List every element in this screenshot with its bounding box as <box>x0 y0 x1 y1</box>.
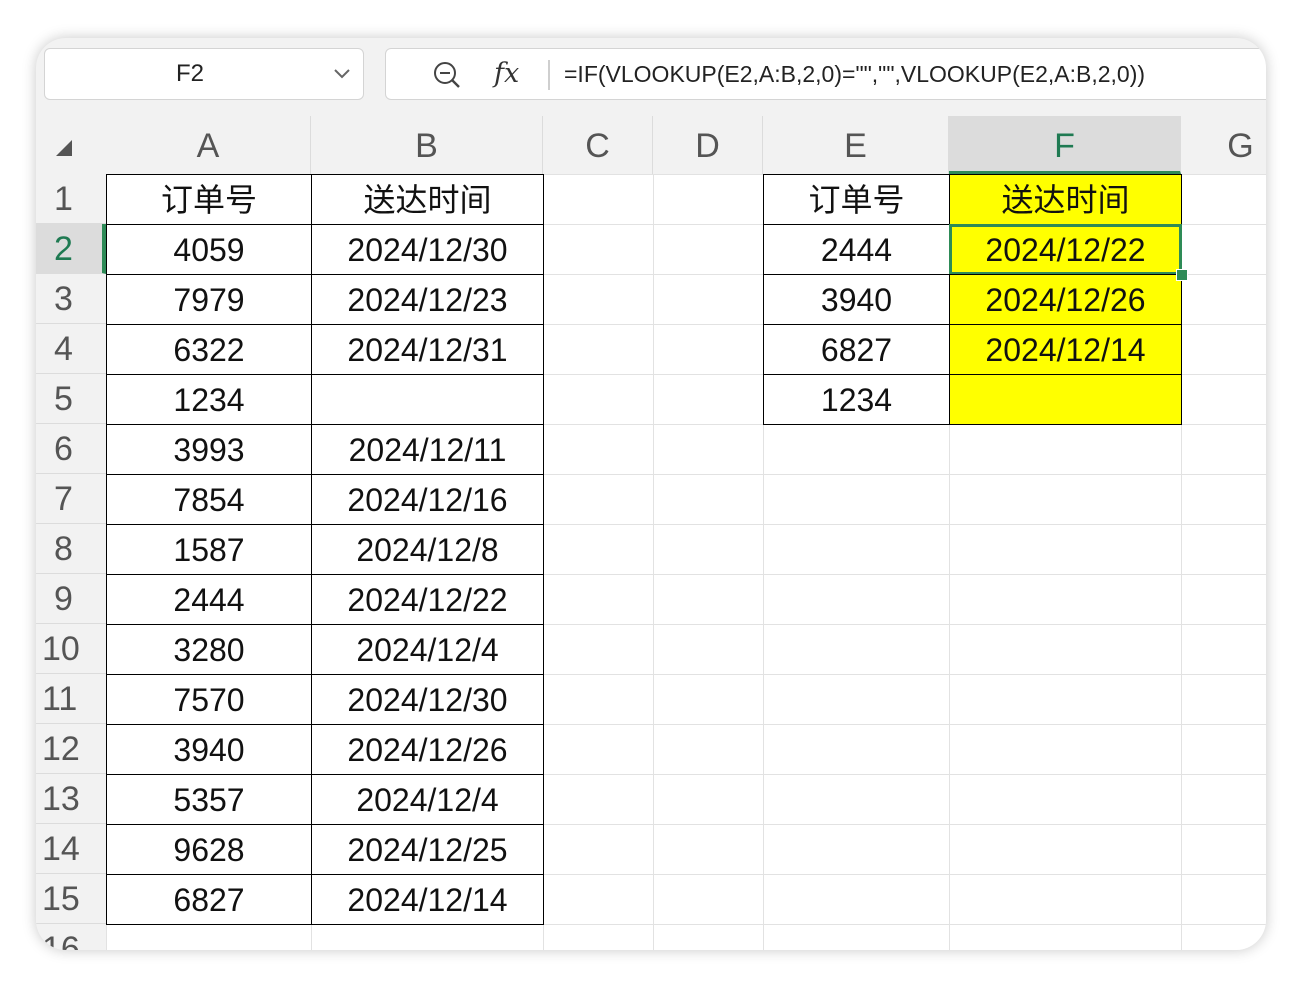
column-header-e[interactable]: E <box>763 116 949 174</box>
data-cell[interactable]: 9628 <box>106 824 312 875</box>
data-cell[interactable]: 1587 <box>106 524 312 575</box>
row-header-16[interactable]: 16 <box>36 924 106 950</box>
data-cell[interactable]: 7854 <box>106 474 312 525</box>
column-header-c[interactable]: C <box>543 116 653 174</box>
column-header-f[interactable]: F <box>949 116 1181 174</box>
formula-bar[interactable]: fx =IF(VLOOKUP(E2,A:B,2,0)="","",VLOOKUP… <box>385 48 1266 100</box>
data-cell[interactable] <box>949 374 1182 425</box>
row-header-11[interactable]: 11 <box>36 674 106 724</box>
row-header-9[interactable]: 9 <box>36 574 106 624</box>
row-header-13[interactable]: 13 <box>36 774 106 824</box>
zoom-out-icon[interactable] <box>432 60 462 90</box>
data-cell[interactable]: 2024/12/16 <box>311 474 544 525</box>
formula-text[interactable]: =IF(VLOOKUP(E2,A:B,2,0)="","",VLOOKUP(E2… <box>564 49 1145 99</box>
data-cell[interactable]: 3993 <box>106 424 312 475</box>
cells-area[interactable]: 订单号 送达时间 4059 2024/12/30 7979 2024/12/23 6322 2… <box>106 174 1266 950</box>
row-header-12[interactable]: 12 <box>36 724 106 774</box>
data-cell[interactable]: 2024/12/14 <box>311 874 544 925</box>
column-header-b[interactable]: B <box>311 116 543 174</box>
fill-handle[interactable] <box>1176 269 1188 281</box>
row-header-6[interactable]: 6 <box>36 424 106 474</box>
column-header-g[interactable]: G <box>1181 116 1266 174</box>
data-cell[interactable]: 2444 <box>763 224 950 275</box>
row-header-5[interactable]: 5 <box>36 374 106 424</box>
header-cell[interactable]: 送达时间 <box>311 174 544 225</box>
data-cell[interactable] <box>311 374 544 425</box>
formula-separator <box>548 60 550 90</box>
data-cell[interactable]: 2024/12/30 <box>311 674 544 725</box>
data-cell[interactable]: 2444 <box>106 574 312 625</box>
data-cell[interactable]: 2024/12/14 <box>949 324 1182 375</box>
data-cell[interactable]: 2024/12/26 <box>949 274 1182 325</box>
row-header-1[interactable]: 1 <box>36 174 106 224</box>
sheet-grid: 订单号 送达时间 4059 2024/12/30 7979 2024/12/23 6322 2… <box>36 116 1266 950</box>
data-cell[interactable]: 6322 <box>106 324 312 375</box>
data-cell[interactable]: 2024/12/4 <box>311 774 544 825</box>
data-cell[interactable]: 2024/12/4 <box>311 624 544 675</box>
data-cell[interactable]: 2024/12/31 <box>311 324 544 375</box>
data-cell[interactable]: 2024/12/11 <box>311 424 544 475</box>
data-cell[interactable]: 2024/12/8 <box>311 524 544 575</box>
active-cell[interactable]: 2024/12/22 <box>949 224 1182 275</box>
name-box[interactable]: F2 <box>44 48 364 100</box>
spreadsheet-window: F2 fx =IF(VLOOKUP(E2,A:B,2,0)="","",VLOO… <box>36 38 1266 950</box>
data-cell[interactable]: 2024/12/22 <box>311 574 544 625</box>
cell-reference: F2 <box>175 60 204 87</box>
data-cell[interactable]: 6827 <box>763 324 950 375</box>
data-cell[interactable]: 2024/12/25 <box>311 824 544 875</box>
fx-icon[interactable]: fx <box>494 49 519 99</box>
data-cell[interactable]: 5357 <box>106 774 312 825</box>
data-cell[interactable]: 2024/12/30 <box>311 224 544 275</box>
data-cell[interactable]: 7570 <box>106 674 312 725</box>
data-cell[interactable]: 3940 <box>106 724 312 775</box>
row-header-14[interactable]: 14 <box>36 824 106 874</box>
data-cell[interactable]: 2024/12/23 <box>311 274 544 325</box>
data-cell[interactable]: 1234 <box>763 374 950 425</box>
gridline <box>653 174 654 950</box>
data-cell[interactable]: 7979 <box>106 274 312 325</box>
data-cell[interactable]: 1234 <box>106 374 312 425</box>
data-cell[interactable]: 2024/12/26 <box>311 724 544 775</box>
row-header-8[interactable]: 8 <box>36 524 106 574</box>
data-cell[interactable]: 3280 <box>106 624 312 675</box>
row-header-15[interactable]: 15 <box>36 874 106 924</box>
header-cell[interactable]: 送达时间 <box>949 174 1182 225</box>
column-header-a[interactable]: A <box>106 116 311 174</box>
data-cell[interactable]: 4059 <box>106 224 312 275</box>
data-cell[interactable]: 6827 <box>106 874 312 925</box>
chevron-down-icon[interactable] <box>333 66 351 80</box>
select-all-triangle-icon <box>56 140 72 156</box>
column-header-d[interactable]: D <box>653 116 763 174</box>
row-header-10[interactable]: 10 <box>36 624 106 674</box>
row-header-4[interactable]: 4 <box>36 324 106 374</box>
header-cell[interactable]: 订单号 <box>106 174 312 225</box>
row-header-3[interactable]: 3 <box>36 274 106 324</box>
select-all-corner[interactable] <box>36 116 106 174</box>
row-header-7[interactable]: 7 <box>36 474 106 524</box>
data-cell[interactable]: 3940 <box>763 274 950 325</box>
header-cell[interactable]: 订单号 <box>763 174 950 225</box>
row-header-2[interactable]: 2 <box>36 224 106 274</box>
